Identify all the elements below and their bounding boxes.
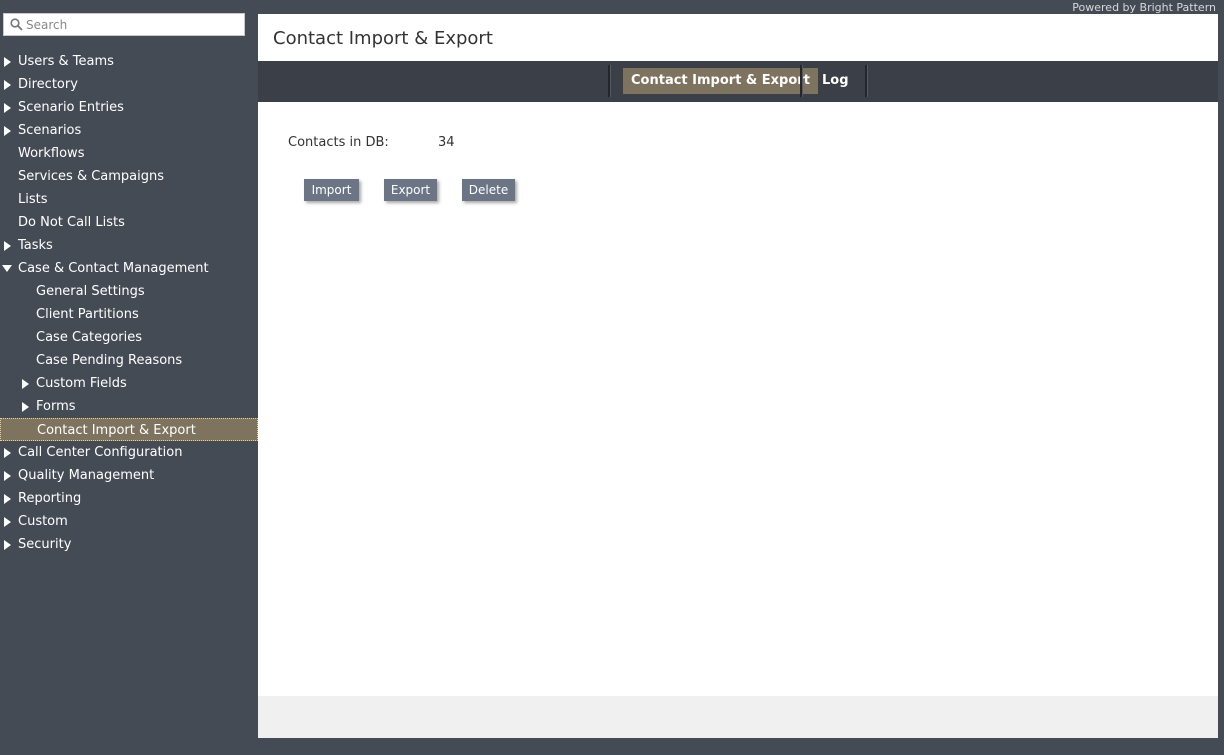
sidebar-item-case-categories[interactable]: Case Categories	[0, 326, 258, 349]
import-button[interactable]: Import	[304, 179, 359, 201]
tab-bar: Contact Import & Export Log	[258, 61, 1218, 102]
delete-button[interactable]: Delete	[462, 179, 515, 201]
sidebar-item-label: Client Partitions	[36, 307, 139, 322]
sidebar-item-label: Directory	[18, 77, 78, 92]
sidebar-item-client-partitions[interactable]: Client Partitions	[0, 303, 258, 326]
contacts-in-db-label: Contacts in DB:	[288, 135, 389, 150]
sidebar-item-workflows[interactable]: Workflows	[0, 142, 258, 165]
sidebar-item-scenario-entries[interactable]: Scenario Entries	[0, 96, 258, 119]
footer-bar	[258, 696, 1218, 738]
search-input[interactable]	[24, 15, 236, 34]
expand-arrow-icon[interactable]	[2, 234, 12, 257]
export-button[interactable]: Export	[384, 179, 437, 201]
page-title: Contact Import & Export	[273, 28, 493, 49]
sidebar-item-call-center-configuration[interactable]: Call Center Configuration	[0, 441, 258, 464]
sidebar-item-label: Custom	[18, 514, 68, 529]
expand-arrow-icon[interactable]	[2, 50, 12, 73]
sidebar: Users & Teams Directory Scenario Entries…	[0, 0, 258, 755]
sidebar-item-contact-import-export[interactable]: Contact Import & Export	[0, 418, 258, 441]
sidebar-item-security[interactable]: Security	[0, 533, 258, 556]
sidebar-item-users-teams[interactable]: Users & Teams	[0, 50, 258, 73]
tab-separator	[865, 65, 868, 97]
sidebar-item-scenarios[interactable]: Scenarios	[0, 119, 258, 142]
sidebar-item-custom[interactable]: Custom	[0, 510, 258, 533]
sidebar-item-quality-management[interactable]: Quality Management	[0, 464, 258, 487]
sidebar-nav: Users & Teams Directory Scenario Entries…	[0, 50, 258, 556]
sidebar-item-label: General Settings	[36, 284, 145, 299]
sidebar-item-label: Users & Teams	[18, 54, 114, 69]
expand-arrow-icon[interactable]	[2, 441, 12, 464]
expand-arrow-icon[interactable]	[2, 119, 12, 142]
sidebar-item-label: Tasks	[18, 238, 53, 253]
expand-arrow-icon[interactable]	[2, 73, 12, 96]
tab-separator	[800, 65, 803, 97]
sidebar-item-label: Scenario Entries	[18, 100, 124, 115]
sidebar-item-services-campaigns[interactable]: Services & Campaigns	[0, 165, 258, 188]
expand-arrow-icon[interactable]	[20, 372, 30, 395]
sidebar-item-tasks[interactable]: Tasks	[0, 234, 258, 257]
sidebar-item-label: Services & Campaigns	[18, 169, 165, 184]
search-box[interactable]	[3, 13, 245, 36]
tab-log[interactable]: Log	[814, 68, 857, 94]
contacts-in-db-value: 34	[438, 135, 455, 150]
sidebar-item-label: Scenarios	[18, 123, 82, 138]
sidebar-item-label: Reporting	[18, 491, 82, 506]
collapse-arrow-icon[interactable]	[2, 257, 12, 280]
app-window: Powered by Bright Pattern Users & Teams …	[0, 0, 1224, 755]
tab-separator	[608, 65, 611, 97]
sidebar-item-label: Quality Management	[18, 468, 155, 483]
sidebar-item-forms[interactable]: Forms	[0, 395, 258, 418]
sidebar-item-do-not-call-lists[interactable]: Do Not Call Lists	[0, 211, 258, 234]
sidebar-item-label: Security	[18, 537, 72, 552]
sidebar-item-label: Lists	[18, 192, 48, 207]
expand-arrow-icon[interactable]	[2, 533, 12, 556]
main-panel: Contact Import & Export Contact Import &…	[258, 14, 1218, 738]
sidebar-item-label: Contact Import & Export	[37, 423, 196, 438]
sidebar-item-label: Case Pending Reasons	[36, 353, 183, 368]
sidebar-item-label: Forms	[36, 399, 76, 414]
sidebar-item-general-settings[interactable]: General Settings	[0, 280, 258, 303]
tab-contact-import-export[interactable]: Contact Import & Export	[623, 68, 818, 94]
expand-arrow-icon[interactable]	[2, 510, 12, 533]
sidebar-item-label: Call Center Configuration	[18, 445, 183, 460]
powered-by-label: Powered by Bright Pattern	[1072, 1, 1216, 14]
sidebar-item-directory[interactable]: Directory	[0, 73, 258, 96]
sidebar-item-label: Do Not Call Lists	[18, 215, 125, 230]
expand-arrow-icon[interactable]	[2, 464, 12, 487]
expand-arrow-icon[interactable]	[20, 395, 30, 418]
sidebar-item-label: Case Categories	[36, 330, 143, 345]
sidebar-item-reporting[interactable]: Reporting	[0, 487, 258, 510]
sidebar-item-label: Case & Contact Management	[18, 261, 209, 276]
expand-arrow-icon[interactable]	[2, 487, 12, 510]
sidebar-item-case-pending-reasons[interactable]: Case Pending Reasons	[0, 349, 258, 372]
sidebar-item-case-contact-management[interactable]: Case & Contact Management	[0, 257, 258, 280]
sidebar-item-custom-fields[interactable]: Custom Fields	[0, 372, 258, 395]
sidebar-item-label: Custom Fields	[36, 376, 127, 391]
sidebar-item-label: Workflows	[18, 146, 85, 161]
search-icon	[8, 17, 24, 33]
sidebar-item-lists[interactable]: Lists	[0, 188, 258, 211]
expand-arrow-icon[interactable]	[2, 96, 12, 119]
